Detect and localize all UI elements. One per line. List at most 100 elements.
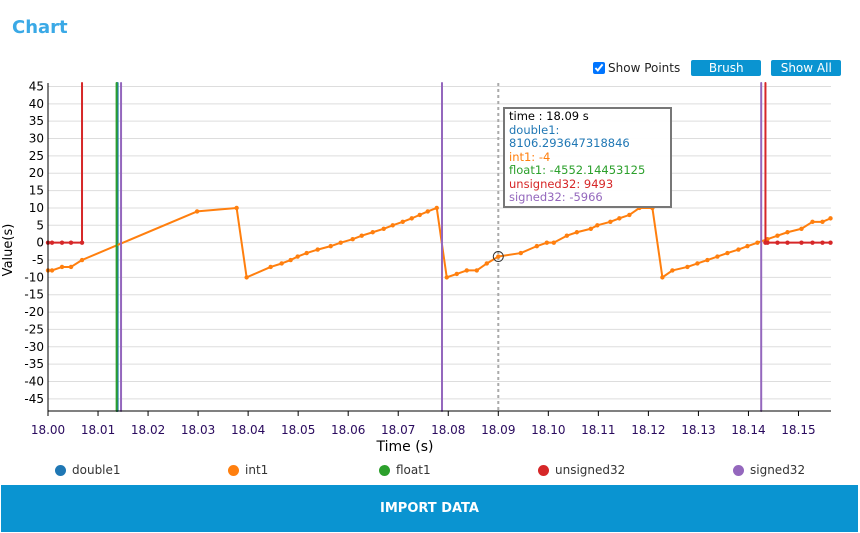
data-point-unsigned32 <box>68 240 74 245</box>
legend-dot-icon <box>733 464 744 476</box>
data-point-unsigned32 <box>49 240 55 245</box>
x-tick-label: 18.08 <box>431 423 465 437</box>
y-tick-label: -20 <box>24 305 44 319</box>
data-point-int1 <box>390 223 395 228</box>
y-tick-label: 5 <box>36 218 44 232</box>
data-point-int1 <box>444 275 449 280</box>
y-tick-label: -25 <box>24 322 44 336</box>
data-point-unsigned32 <box>810 240 815 245</box>
legend-dot-icon <box>55 464 66 476</box>
y-tick-label: 0 <box>36 236 44 250</box>
tooltip-row: signed32: -5966 <box>509 190 603 204</box>
data-point-int1 <box>338 240 343 245</box>
x-tick-label: 18.12 <box>631 423 665 437</box>
series-line-int1 <box>196 206 238 213</box>
series-line-int1 <box>245 265 272 279</box>
data-point-int1 <box>234 205 239 211</box>
data-point-unsigned32 <box>775 240 780 245</box>
line-chart[interactable]: 45 40 35 30 25 20 15 10 5 0 -5 -10 -15 -20 -25 -30 -35 -4… <box>0 80 860 460</box>
data-point-int1 <box>194 209 200 214</box>
data-point-int1 <box>627 212 632 218</box>
x-tick-label: 18.06 <box>331 423 365 437</box>
data-point-int1 <box>417 212 422 218</box>
data-point-int1 <box>59 264 65 270</box>
legend-item-int1[interactable]: int1 <box>228 463 268 477</box>
data-point-int1 <box>400 219 405 225</box>
brush-button[interactable]: Brush <box>691 60 762 76</box>
data-point-int1 <box>705 257 710 263</box>
import-data-button[interactable]: IMPORT DATA <box>1 485 858 532</box>
data-point-unsigned32 <box>820 240 825 245</box>
data-point-int1 <box>660 275 665 280</box>
data-point-int1 <box>315 247 320 252</box>
data-point-int1 <box>49 268 55 273</box>
tooltip-row: unsigned32: 9493 <box>509 176 614 191</box>
y-tick-label: 15 <box>29 184 44 198</box>
series-line-int1 <box>497 252 522 258</box>
data-point-int1 <box>544 240 550 245</box>
data-point-int1 <box>810 219 815 225</box>
series-line-int1 <box>519 245 538 255</box>
data-point-int1 <box>350 236 355 242</box>
data-point-int1 <box>828 216 833 221</box>
data-point-int1 <box>304 250 309 256</box>
x-tick-label: 18.01 <box>81 423 115 437</box>
y-tick-label: 30 <box>29 132 44 146</box>
data-point-int1 <box>244 275 249 280</box>
data-point-int1 <box>295 254 300 259</box>
legend-item-unsigned32[interactable]: unsigned32 <box>538 463 625 477</box>
x-axis-label: Time (s) <box>376 439 434 455</box>
data-point-int1 <box>745 243 750 249</box>
y-tick-label: -10 <box>24 270 44 284</box>
data-point-int1 <box>68 264 74 270</box>
data-point-unsigned32 <box>765 240 770 245</box>
data-point-int1 <box>551 240 557 245</box>
y-tick-label: -45 <box>24 392 44 406</box>
hover-tooltip: time : 18.09 s double1: 8106.29364731884… <box>503 107 672 208</box>
x-tick-label: 18.15 <box>781 423 815 437</box>
data-point-unsigned32 <box>79 240 85 245</box>
y-tick-label: 40 <box>29 97 44 111</box>
data-point-int1 <box>534 243 540 249</box>
data-point-int1 <box>279 261 284 266</box>
legend-item-double1[interactable]: double1 <box>55 463 121 477</box>
tooltip-row: int1: -4 <box>509 149 551 164</box>
data-point-int1 <box>775 233 780 238</box>
tooltip-row: float1: -4552.14453125 <box>509 163 646 177</box>
data-point-int1 <box>820 219 825 225</box>
chart-controls: Show Points Brush Show All <box>593 60 842 76</box>
y-tick-label: 10 <box>29 201 44 215</box>
data-point-int1 <box>799 226 804 231</box>
legend-dot-icon <box>538 464 549 476</box>
data-point-int1 <box>608 219 613 225</box>
tooltip-row: double1: 8106.293647318846 <box>509 122 630 150</box>
series-line-int1 <box>81 210 199 262</box>
data-point-int1 <box>454 271 459 277</box>
x-tick-label: 18.09 <box>481 423 515 437</box>
data-point-int1 <box>288 257 293 263</box>
data-point-int1 <box>785 230 790 235</box>
data-point-int1 <box>370 230 375 235</box>
data-point-int1 <box>736 247 741 252</box>
x-tick-label: 18.11 <box>581 423 615 437</box>
x-tick-label: 18.07 <box>381 423 415 437</box>
show-all-button[interactable]: Show All <box>771 60 842 76</box>
data-point-int1 <box>595 223 600 228</box>
data-point-int1 <box>588 226 594 231</box>
show-points-checkbox[interactable] <box>593 62 605 74</box>
data-point-int1 <box>496 254 501 259</box>
y-tick-label: 35 <box>29 114 44 128</box>
data-point-int1 <box>715 254 720 259</box>
x-tick-label: 18.05 <box>281 423 315 437</box>
data-point-int1 <box>564 233 570 238</box>
y-tick-label: -40 <box>24 374 44 388</box>
data-point-int1 <box>617 216 622 221</box>
legend-item-float1[interactable]: float1 <box>379 463 431 477</box>
legend-item-signed32[interactable]: signed32 <box>733 463 805 477</box>
x-tick-label: 18.13 <box>681 423 715 437</box>
show-points-label[interactable]: Show Points <box>608 61 680 75</box>
data-point-int1 <box>268 264 273 270</box>
data-point-int1 <box>474 268 479 273</box>
y-tick-label: -35 <box>24 357 44 371</box>
data-point-int1 <box>755 240 760 245</box>
